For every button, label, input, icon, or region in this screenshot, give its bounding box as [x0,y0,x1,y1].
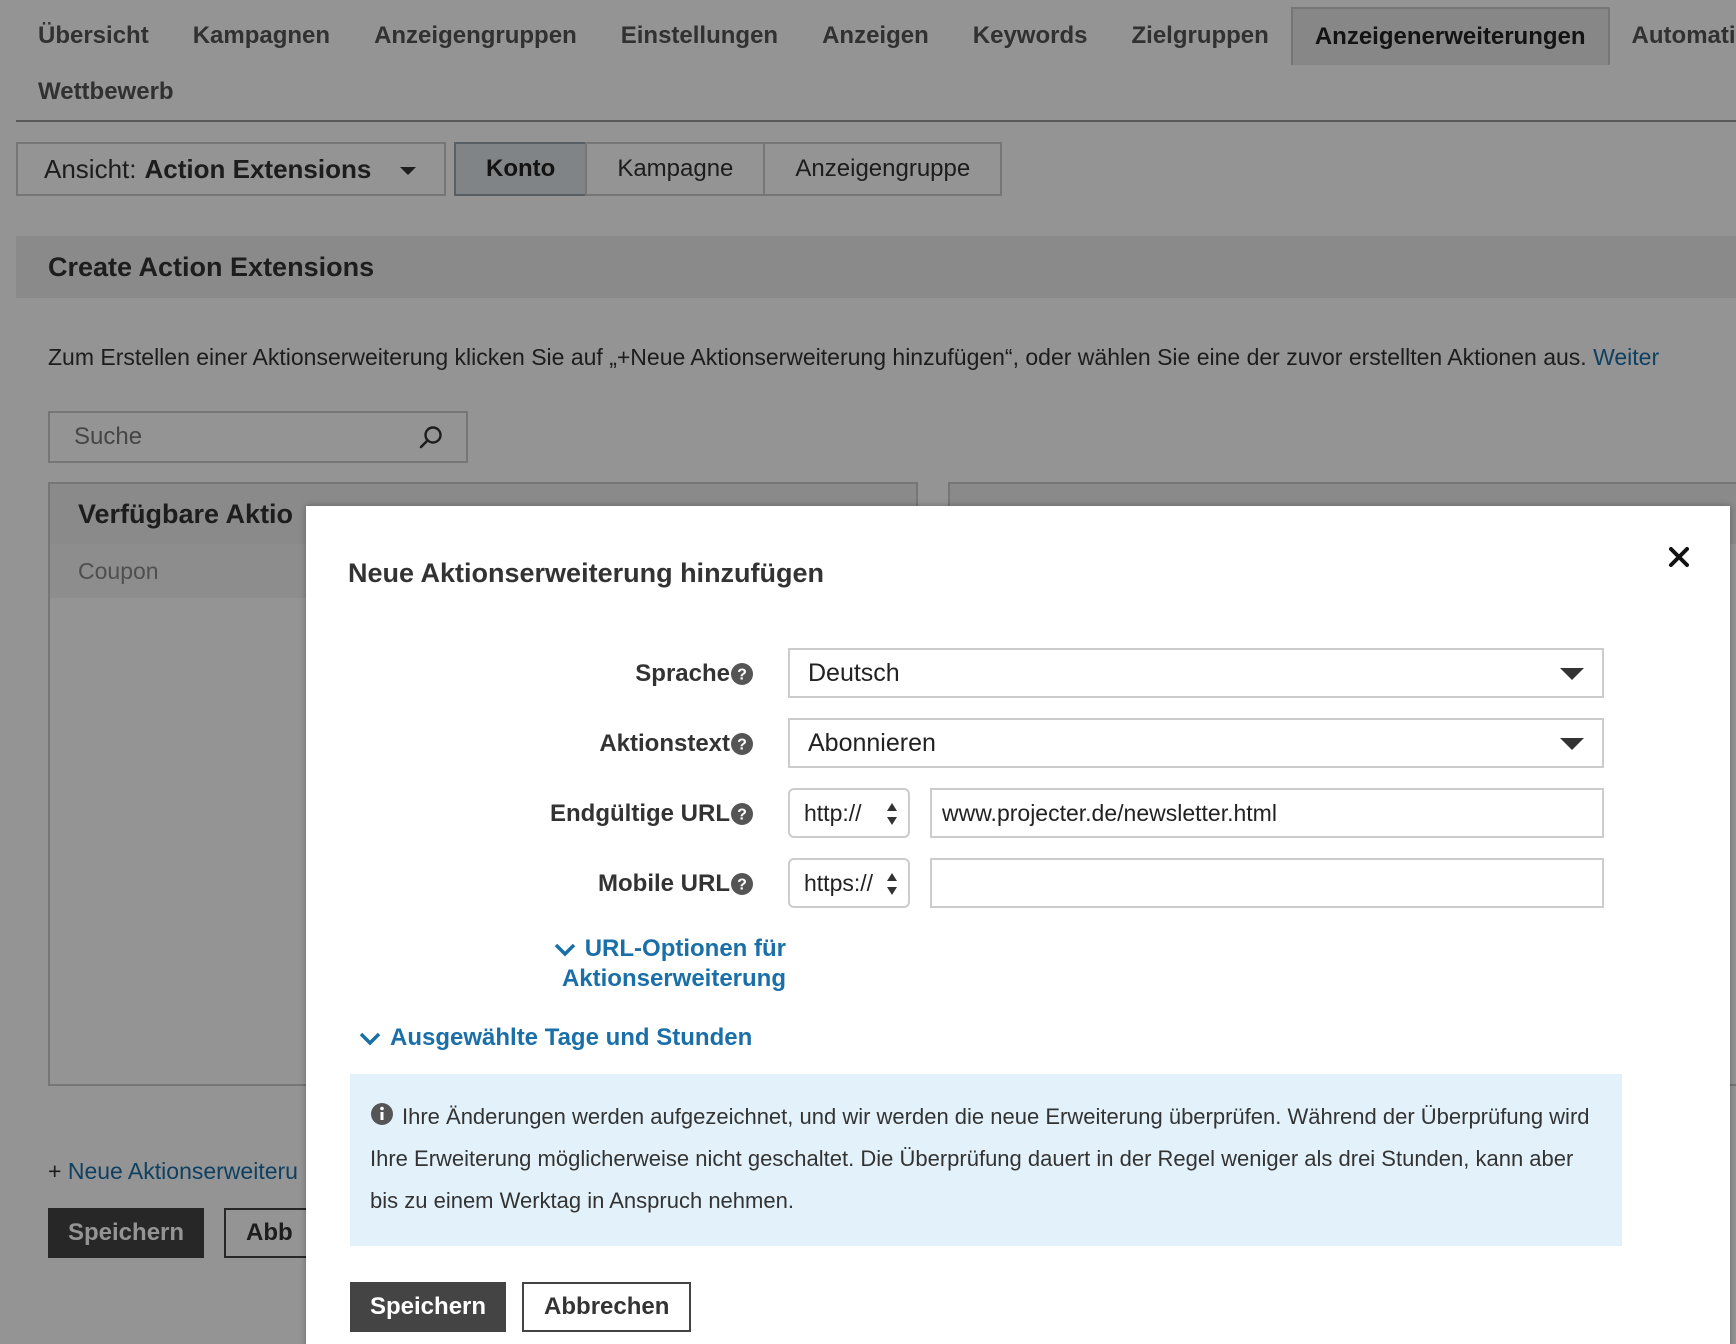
svg-text:?: ? [737,737,747,754]
action-text-select[interactable]: Abonnieren [788,718,1604,768]
help-icon[interactable]: ? [730,662,754,686]
mobile-url-label: Mobile URL [598,870,730,897]
svg-text:?: ? [737,807,747,824]
dialog-actions: Speichern Abbrechen [350,1282,692,1332]
help-icon[interactable]: ? [730,732,754,756]
updown-icon [887,803,897,825]
action-text-value: Abonnieren [808,729,936,757]
svg-text:?: ? [737,877,747,894]
language-value: Deutsch [808,659,900,687]
caret-down-icon [1560,738,1584,750]
action-text-label: Aktionstext [599,730,730,757]
review-info-text: Ihre Änderungen werden aufgezeichnet, un… [370,1104,1590,1213]
help-icon[interactable]: ? [730,802,754,826]
chevron-down-icon [554,943,575,957]
url-options-text-1: URL-Optionen für [584,935,786,962]
mobile-url-protocol-select[interactable]: https:// [788,858,910,908]
mobile-url-input[interactable] [930,858,1604,908]
close-icon[interactable] [1664,542,1694,572]
new-action-extension-dialog: Neue Aktionserweiterung hinzufügen Sprac… [306,506,1730,1344]
final-url-row: Endgültige URL ? http:// www.projecter.d… [306,788,1730,840]
language-row: Sprache ? Deutsch [306,648,1730,700]
url-options-line1: URL-Optionen für [516,934,786,964]
final-url-protocol-select[interactable]: http:// [788,788,910,838]
language-select[interactable]: Deutsch [788,648,1604,698]
action-text-row: Aktionstext ? Abonnieren [306,718,1730,770]
language-label: Sprache [635,660,730,687]
final-url-label: Endgültige URL [550,800,730,827]
review-info-box: Ihre Änderungen werden aufgezeichnet, un… [350,1074,1622,1246]
url-options-text-2: Aktionserweiterung [561,965,786,992]
days-hours-label: Ausgewählte Tage und Stunden [390,1024,753,1051]
url-options-toggle[interactable]: URL-Optionen für Aktionserweiterung [516,934,786,994]
info-icon [371,1103,393,1125]
svg-text:?: ? [737,667,747,684]
final-url-input[interactable]: www.projecter.de/newsletter.html [930,788,1604,838]
mobile-url-protocol-value: https:// [804,870,874,896]
mobile-url-row: Mobile URL ? https:// [306,858,1730,910]
help-icon[interactable]: ? [730,872,754,896]
dialog-title: Neue Aktionserweiterung hinzufügen [348,558,825,588]
page: Übersicht Kampagnen Anzeigengruppen Eins… [0,0,1736,1344]
days-hours-toggle[interactable]: Ausgewählte Tage und Stunden [358,1024,752,1052]
final-url-protocol-value: http:// [804,800,862,826]
caret-down-icon [1560,668,1584,680]
updown-icon [887,873,897,895]
dialog-save-button[interactable]: Speichern [350,1282,507,1332]
dialog-cancel-button[interactable]: Abbrechen [522,1282,692,1332]
chevron-down-icon [359,1032,381,1046]
